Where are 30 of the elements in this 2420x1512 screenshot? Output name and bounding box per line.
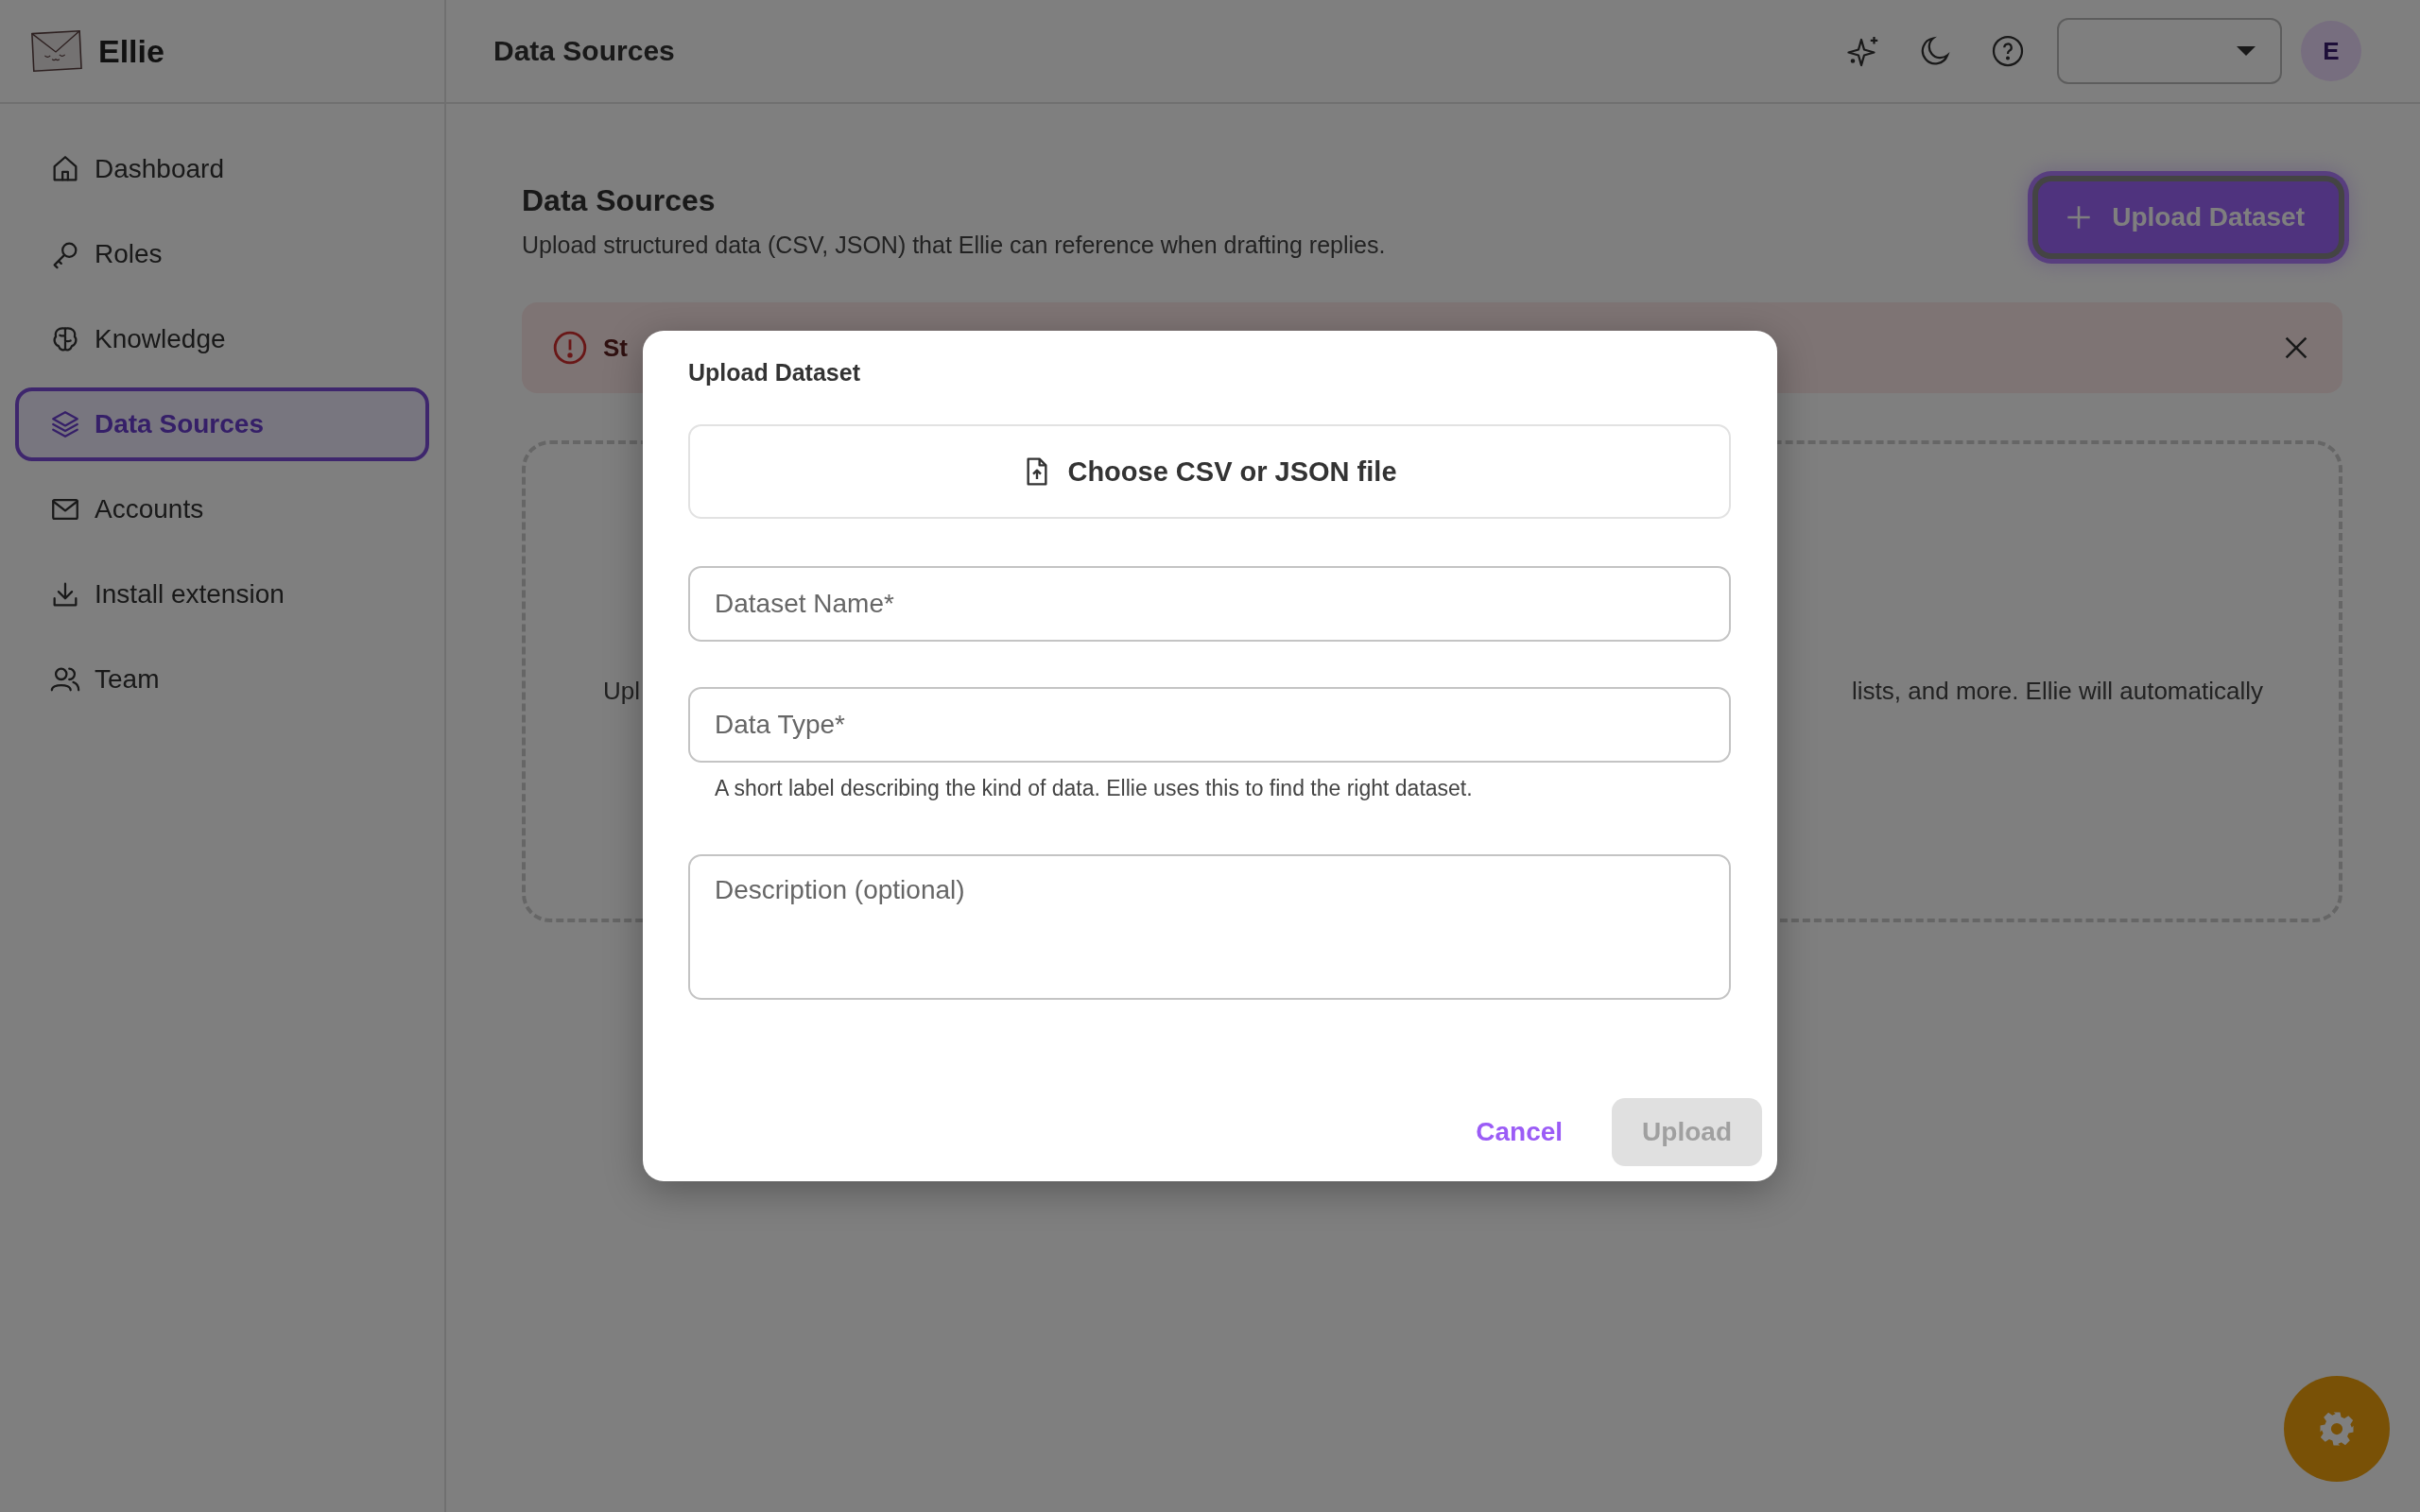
description-field[interactable]: Description (optional) [688,854,1731,1000]
app-name: Ellie [98,32,164,70]
helper-text: A short label describing the kind of data. Ellie uses this to find the right dataset. [714,776,1474,801]
layers-icon [49,408,81,440]
plus-icon [2066,205,2092,230]
empty-state-text: lists, and more. Ellie will automatically [1852,676,2263,706]
page-header-title: Data Sources [493,35,676,67]
empty-state-text: Upl [603,676,640,706]
sidebar-item[interactable]: Dashboard [15,132,429,206]
error-icon [552,330,588,366]
dropdown-field[interactable] [2057,18,2282,84]
sidebar-item[interactable]: Team [15,643,429,716]
close-icon[interactable] [2284,335,2308,360]
sidebar-item[interactable]: Accounts [15,472,429,546]
sidebar-item[interactable]: Data Sources [15,387,429,461]
alert-message: St [603,333,628,363]
dialog-title: Upload Dataset [688,359,861,387]
envelope-logo-icon [28,27,83,75]
sidebar-item[interactable]: Roles [15,217,429,291]
section-subtitle: Upload structured data (CSV, JSON) that Ellie can reference when drafting replies. [522,232,1386,259]
help-icon[interactable] [1991,34,2025,68]
sidebar-item[interactable]: Install extension [15,558,429,631]
sidebar-item[interactable]: Knowledge [15,302,429,376]
cancel-button[interactable]: Cancel [1470,1116,1569,1148]
section-title: Data Sources [522,183,717,218]
user-avatar[interactable]: E [2301,21,2361,81]
input-field[interactable]: Data Type* [688,687,1731,763]
choose-file-button[interactable]: Choose CSV or JSON file [688,424,1731,519]
input-field[interactable]: Dataset Name* [688,566,1731,642]
caret-icon [2237,46,2256,56]
